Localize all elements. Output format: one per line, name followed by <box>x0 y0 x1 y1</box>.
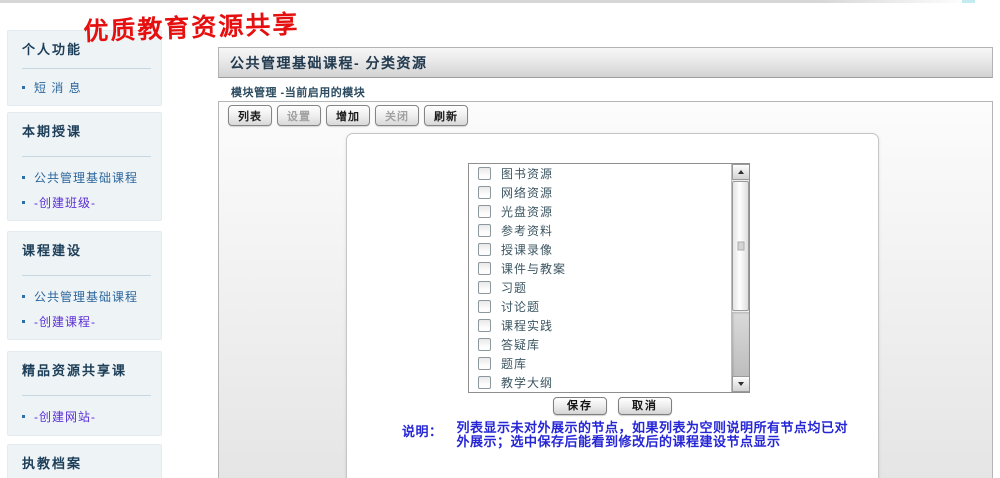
module-checkbox[interactable] <box>478 281 491 294</box>
banner-title: 优质教育资源共享 <box>83 4 300 48</box>
module-checkbox[interactable] <box>478 376 491 389</box>
sidebar-item-create-course[interactable]: -创建课程- <box>22 309 161 334</box>
scrollbar <box>731 164 749 392</box>
module-label: 授课录像 <box>501 241 553 258</box>
sidebar-item-label[interactable]: -创建课程- <box>34 313 96 330</box>
module-label: 光盘资源 <box>501 203 553 220</box>
divider <box>22 275 151 276</box>
list-item: 参考资料 <box>469 221 749 240</box>
section-title: 本期授课 <box>22 121 161 140</box>
list-item: 讨论题 <box>469 297 749 316</box>
sidebar-item-course[interactable]: 公共管理基础课程 <box>22 165 161 190</box>
module-label: 参考资料 <box>501 222 553 239</box>
list-item: 网络资源 <box>469 183 749 202</box>
sidebar-item-create-class[interactable]: -创建班级- <box>22 190 161 215</box>
window-corner-mark <box>962 0 975 3</box>
arrow-down-icon <box>738 382 744 386</box>
note-line2: 外展示；选中保存后能看到修改后的课程建设节点显示 <box>457 435 849 449</box>
scrollbar-track[interactable] <box>732 312 749 377</box>
sidebar-section-course-building: 课程建设 公共管理基础课程 -创建课程- <box>7 231 162 340</box>
section-title: 精品资源共享课 <box>22 360 161 379</box>
module-checkbox[interactable] <box>478 243 491 256</box>
sidebar-item-label[interactable]: -创建班级- <box>34 194 96 211</box>
sidebar-item-label[interactable]: 公共管理基础课程 <box>34 169 138 186</box>
list-item: 课程实践 <box>469 316 749 335</box>
toolbar: 列表 设置 增加 关闭 刷新 <box>228 105 468 126</box>
module-checkbox[interactable] <box>478 357 491 370</box>
sidebar-section-current-teaching: 本期授课 公共管理基础课程 -创建班级- <box>7 112 162 221</box>
scrollbar-down-button[interactable] <box>732 376 750 392</box>
save-button[interactable]: 保存 <box>553 397 607 415</box>
module-edit-card: 图书资源 网络资源 光盘资源 参考资料 授课录像 <box>346 133 879 478</box>
module-checkbox[interactable] <box>478 319 491 332</box>
note-label: 说明： <box>402 421 443 448</box>
section-title: 课程建设 <box>22 240 161 259</box>
sidebar-item-course[interactable]: 公共管理基础课程 <box>22 284 161 309</box>
scrollbar-thumb[interactable] <box>732 181 749 311</box>
module-label: 讨论题 <box>501 298 540 315</box>
settings-button[interactable]: 设置 <box>277 105 321 126</box>
module-label: 习题 <box>501 279 527 296</box>
module-checkbox[interactable] <box>478 300 491 313</box>
sidebar-item-short-message[interactable]: 短 消 息 <box>22 75 161 100</box>
module-label: 课件与教案 <box>501 260 566 277</box>
refresh-button[interactable]: 刷新 <box>424 105 468 126</box>
sidebar-item-create-website[interactable]: -创建网站- <box>22 404 161 429</box>
list-item: 答疑库 <box>469 335 749 354</box>
module-label: 教学大纲 <box>501 374 553 391</box>
divider <box>22 156 151 157</box>
list-button[interactable]: 列表 <box>228 105 272 126</box>
module-manage-subtitle: 模块管理 -当前启用的模块 <box>231 84 365 100</box>
panel-header: 公共管理基础课程- 分类资源 <box>218 47 993 78</box>
bullet-icon <box>22 201 25 204</box>
module-label: 题库 <box>501 355 527 372</box>
bullet-icon <box>22 86 25 89</box>
module-checkbox[interactable] <box>478 224 491 237</box>
note-line1: 列表显示未对外展示的节点，如果列表为空则说明所有节点均已对 <box>457 421 849 435</box>
sidebar-section-teaching-archive: 执教档案 <box>7 444 162 478</box>
screen: 优质教育资源共享 个人功能 短 消 息 本期授课 公共管理基础课程 -创建班级-… <box>0 0 1000 478</box>
close-button[interactable]: 关闭 <box>375 105 419 126</box>
arrow-up-icon <box>738 170 744 174</box>
bullet-icon <box>22 320 25 323</box>
module-checkbox[interactable] <box>478 262 491 275</box>
cancel-button[interactable]: 取消 <box>618 397 672 415</box>
thumb-grip-icon <box>737 242 744 251</box>
page-title: 公共管理基础课程- 分类资源 <box>230 53 428 73</box>
module-manage-panel: 列表 设置 增加 关闭 刷新 图书资源 网络资源 光盘资源 <box>218 101 993 478</box>
module-checkbox[interactable] <box>478 338 491 351</box>
module-label: 课程实践 <box>501 317 553 334</box>
module-label: 答疑库 <box>501 336 540 353</box>
list-item: 光盘资源 <box>469 202 749 221</box>
sidebar-item-label[interactable]: -创建网站- <box>34 408 96 425</box>
list-item: 授课录像 <box>469 240 749 259</box>
divider <box>22 395 151 396</box>
scrollbar-up-button[interactable] <box>732 164 750 180</box>
action-row: 保存 取消 <box>347 397 878 415</box>
module-checkbox[interactable] <box>478 205 491 218</box>
sidebar-item-label[interactable]: 短 消 息 <box>34 79 82 96</box>
list-item: 图书资源 <box>469 164 749 183</box>
note: 说明： 列表显示未对外展示的节点，如果列表为空则说明所有节点均已对 外展示；选中… <box>402 421 848 448</box>
module-checkbox[interactable] <box>478 186 491 199</box>
bullet-icon <box>22 295 25 298</box>
list-item: 教学大纲 <box>469 373 749 392</box>
list-item: 题库 <box>469 354 749 373</box>
note-text: 列表显示未对外展示的节点，如果列表为空则说明所有节点均已对 外展示；选中保存后能… <box>457 421 849 448</box>
divider <box>22 68 151 69</box>
list-item: 习题 <box>469 278 749 297</box>
top-strip <box>0 0 1000 3</box>
module-label: 网络资源 <box>501 184 553 201</box>
module-listbox: 图书资源 网络资源 光盘资源 参考资料 授课录像 <box>468 163 750 393</box>
bullet-icon <box>22 176 25 179</box>
list-item: 课件与教案 <box>469 259 749 278</box>
module-label: 图书资源 <box>501 165 553 182</box>
add-button[interactable]: 增加 <box>326 105 370 126</box>
module-checkbox[interactable] <box>478 167 491 180</box>
section-title: 执教档案 <box>22 453 161 472</box>
sidebar-item-label[interactable]: 公共管理基础课程 <box>34 288 138 305</box>
bullet-icon <box>22 415 25 418</box>
sidebar-section-premium-resources: 精品资源共享课 -创建网站- <box>7 351 162 436</box>
